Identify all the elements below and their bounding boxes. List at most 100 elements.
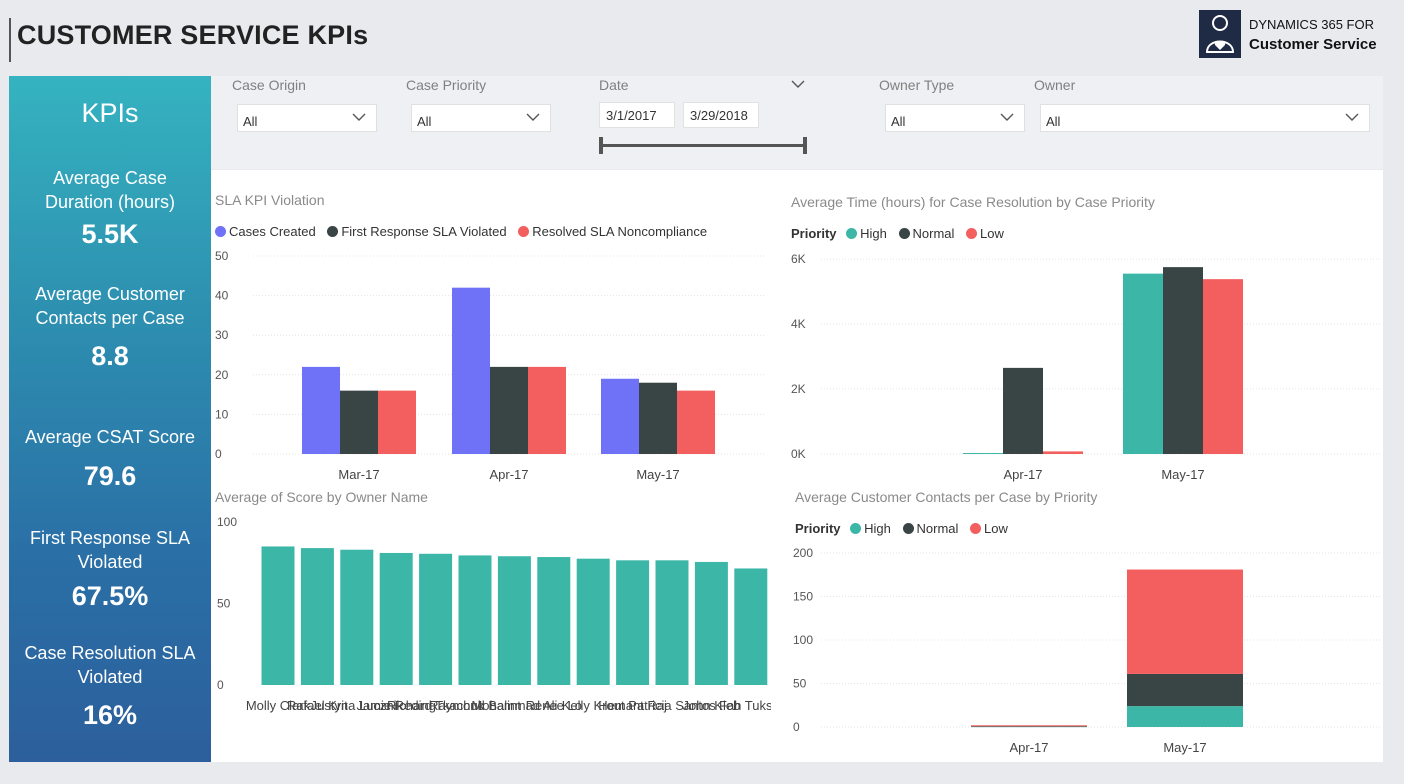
bar xyxy=(734,568,768,685)
legend-item[interactable]: Cases Created xyxy=(215,224,316,239)
kpi-label-line: Average CSAT Score xyxy=(24,427,196,447)
case-priority-select[interactable]: All xyxy=(411,104,551,132)
x-tick-label: Apr-17 xyxy=(1009,740,1048,755)
kpi-label-line: Average Customer xyxy=(35,284,185,304)
title-accent xyxy=(9,18,11,62)
legend-item[interactable]: High xyxy=(850,521,891,536)
bar xyxy=(1127,706,1243,727)
kpi-label-line: Violated xyxy=(77,667,143,687)
bar xyxy=(490,366,528,454)
legend-label: Cases Created xyxy=(229,224,316,239)
bar xyxy=(419,553,453,685)
legend-item[interactable]: Normal xyxy=(902,521,959,536)
bar xyxy=(639,382,677,454)
x-tick-label: Fah Tuksin xyxy=(719,698,771,713)
kpi-label-line: Duration (hours) xyxy=(44,192,176,212)
date-end-value: 3/29/2018 xyxy=(690,108,748,123)
legend-item[interactable]: High xyxy=(846,226,887,241)
case-priority-value: All xyxy=(417,114,432,129)
kpi-label: First Response SLA Violated xyxy=(9,526,211,574)
filter-bar: Case Origin All Case Priority All Date 3… xyxy=(211,76,1383,169)
y-tick-label: 0 xyxy=(793,720,800,734)
dynamics-logo-icon xyxy=(1199,10,1241,58)
legend-item[interactable]: Low xyxy=(970,521,1008,536)
bar xyxy=(694,561,728,685)
kpi-value-avg-duration: 5.5K xyxy=(81,219,139,249)
brand-line2: Customer Service xyxy=(1249,36,1377,53)
bar xyxy=(497,556,531,685)
chart-title: Average of Score by Owner Name xyxy=(215,489,428,505)
bar xyxy=(1043,451,1083,454)
chart-title: SLA KPI Violation xyxy=(215,192,325,208)
bar xyxy=(452,287,490,454)
bar xyxy=(1203,279,1243,454)
legend-dot xyxy=(846,228,858,239)
y-tick-label: 0 xyxy=(215,447,222,461)
bar xyxy=(971,726,1087,727)
owner-value: All xyxy=(1046,114,1061,129)
bar xyxy=(340,549,374,685)
x-tick-label: May-17 xyxy=(1161,467,1204,482)
report-canvas: SLA KPI Violation Cases Created First Re… xyxy=(211,170,1383,762)
date-start-input[interactable]: 3/1/2017 xyxy=(599,102,675,128)
legend-item[interactable]: Normal xyxy=(898,226,954,241)
kpi-label: Average Case Duration (hours) xyxy=(9,166,211,214)
legend-item[interactable]: First Response SLA Violated xyxy=(327,224,507,239)
bar xyxy=(458,555,492,685)
bar xyxy=(1003,367,1043,454)
date-end-input[interactable]: 3/29/2018 xyxy=(683,102,759,128)
legend-item[interactable]: Low xyxy=(966,226,1004,241)
chevron-down-icon xyxy=(526,107,540,130)
kpi-value-csat: 79.6 xyxy=(83,461,137,491)
bar xyxy=(378,390,416,454)
bar xyxy=(1127,673,1243,707)
slider-handle-end[interactable] xyxy=(803,137,807,154)
case-priority-label: Case Priority xyxy=(406,77,487,93)
legend-dot xyxy=(898,228,910,239)
date-range-slider[interactable] xyxy=(599,137,807,155)
legend-label: Low xyxy=(980,226,1004,241)
bar xyxy=(677,390,715,454)
case-origin-select[interactable]: All xyxy=(237,104,377,132)
y-tick-label: 50 xyxy=(215,249,229,263)
slider-track xyxy=(599,144,807,147)
x-tick-label: May-17 xyxy=(1163,740,1206,755)
legend-dot xyxy=(850,523,862,534)
legend-dot xyxy=(215,226,226,237)
y-tick-label: 2K xyxy=(791,382,806,396)
slider-handle-start[interactable] xyxy=(599,137,603,154)
owner-type-value: All xyxy=(891,114,906,129)
bar xyxy=(963,453,1003,454)
kpi-value-contacts: 8.8 xyxy=(91,341,129,371)
legend-label: High xyxy=(864,521,891,536)
legend-item[interactable]: Resolved SLA Noncompliance xyxy=(518,224,707,239)
legend-dot xyxy=(966,228,978,239)
y-tick-label: 150 xyxy=(793,590,813,604)
chevron-down-icon[interactable] xyxy=(791,76,805,97)
score-by-owner-chart: 050100Molly ClarkRafael KritJustyna Lucz… xyxy=(217,515,771,713)
kpi-value-first-response: 67.5% xyxy=(71,581,149,611)
x-tick-label: Apr-17 xyxy=(1003,467,1042,482)
bar xyxy=(261,546,295,685)
owner-type-select[interactable]: All xyxy=(885,104,1025,132)
owner-select[interactable]: All xyxy=(1040,104,1370,132)
chart-title: Average Customer Contacts per Case by Pr… xyxy=(795,489,1098,505)
owner-label: Owner xyxy=(1034,77,1076,93)
legend-dot xyxy=(902,523,914,534)
y-tick-label: 50 xyxy=(793,677,807,691)
kpi-label-line: Average Case xyxy=(53,168,167,188)
chart-legend: Priority High Normal Low xyxy=(791,226,1012,241)
bar xyxy=(616,560,650,685)
chevron-down-icon xyxy=(1000,107,1014,130)
contacts-by-priority-chart: 0 50 100 150 200 Apr-17 May-17 xyxy=(793,546,1381,755)
legend-label: Normal xyxy=(916,521,959,536)
date-label: Date xyxy=(599,77,629,93)
chart-legend: Priority High Normal Low xyxy=(795,521,1016,536)
kpi-panel: KPIs Average Case Duration (hours) 5.5K … xyxy=(9,76,211,762)
legend-label: High xyxy=(860,226,887,241)
legend-dot xyxy=(970,523,982,534)
x-tick-label: Apr-17 xyxy=(489,467,528,482)
kpi-label-line: Violated xyxy=(77,552,143,572)
y-tick-label: 50 xyxy=(217,597,231,611)
bar xyxy=(379,552,413,685)
